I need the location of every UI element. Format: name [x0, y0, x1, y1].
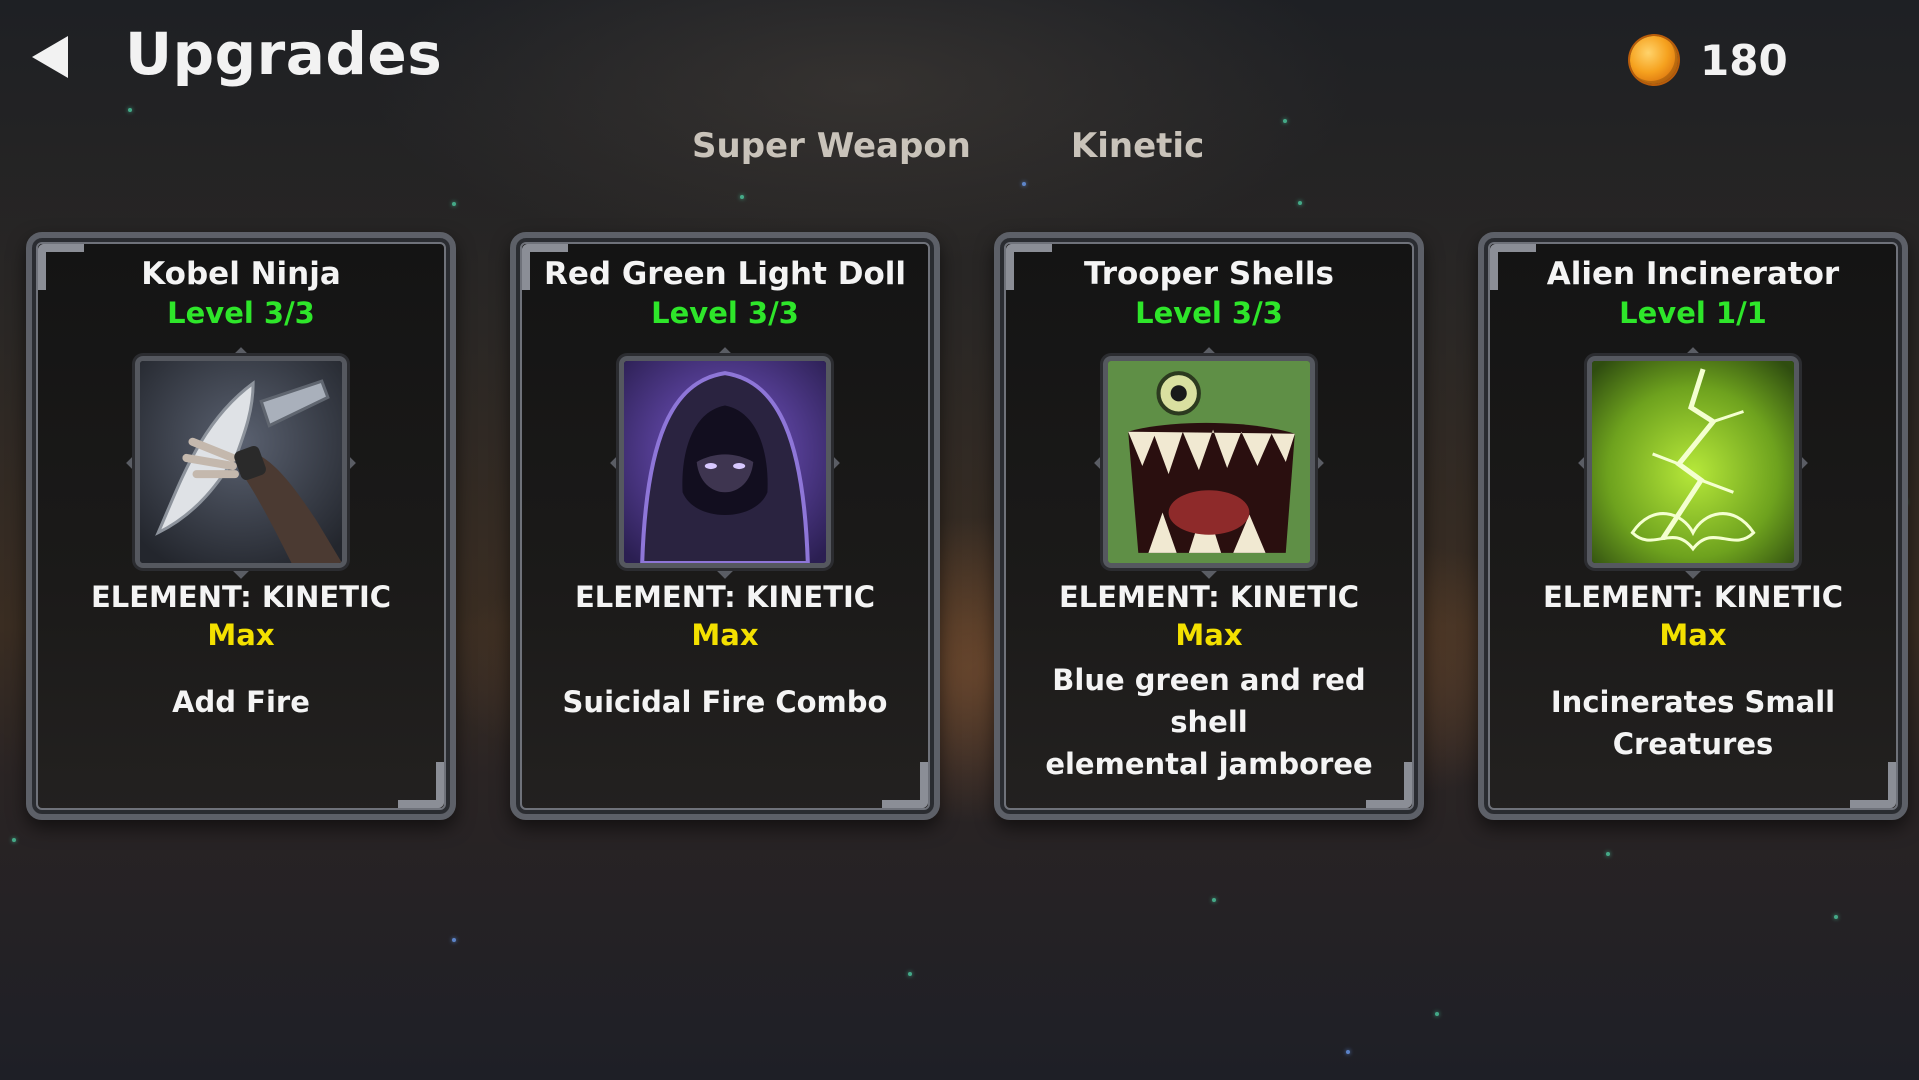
card-title: Alien Incinerator: [1546, 256, 1840, 292]
back-button[interactable]: [28, 34, 72, 80]
card-max-status: Max: [1175, 618, 1243, 652]
card-element: ELEMENT: KINETIC: [1058, 580, 1360, 614]
card-art-frame: [135, 356, 347, 568]
card-corner-ornament: [1850, 762, 1896, 808]
card-corner-ornament: [398, 762, 444, 808]
card-level: Level 3/3: [651, 296, 799, 330]
coin-balance: 180: [1630, 34, 1788, 86]
tab-kinetic[interactable]: Kinetic: [1071, 126, 1204, 166]
background-star: [452, 202, 456, 206]
card-level: Level 3/3: [167, 296, 315, 330]
card-title: Trooper Shells: [1083, 256, 1335, 292]
upgrade-card-trooper-shells[interactable]: Trooper Shells Level 3/3 ELEMENT: KINETI…: [994, 232, 1424, 820]
background-star: [12, 838, 16, 842]
tab-super-weapon[interactable]: Super Weapon: [692, 126, 971, 166]
background-star: [908, 972, 912, 976]
ninja-blade-icon: [140, 361, 342, 563]
card-corner-ornament: [882, 762, 928, 808]
card-element: ELEMENT: KINETIC: [574, 580, 876, 614]
background-star: [1606, 852, 1610, 856]
background-star: [1435, 1012, 1439, 1016]
hooded-figure-icon: [624, 361, 826, 563]
card-art-frame: [1587, 356, 1799, 568]
background-star: [1298, 201, 1302, 205]
upgrade-card-list: Kobel Ninja Level 3/3 ELEMENT: KINETIC M…: [26, 232, 1908, 820]
background-star: [452, 938, 456, 942]
card-level: Level 3/3: [1135, 296, 1283, 330]
card-description: Add Fire: [42, 681, 440, 723]
card-art-frame: [619, 356, 831, 568]
green-lightning-icon: [1592, 361, 1794, 563]
back-arrow-icon: [32, 36, 68, 78]
background-star: [1283, 119, 1287, 123]
card-title: Red Green Light Doll: [543, 256, 907, 292]
card-element: ELEMENT: KINETIC: [90, 580, 392, 614]
card-description-line: elemental jamboree: [1045, 747, 1373, 781]
upgrade-card-kobel-ninja[interactable]: Kobel Ninja Level 3/3 ELEMENT: KINETIC M…: [26, 232, 456, 820]
card-description: Incinerates Small Creatures: [1494, 681, 1892, 765]
card-max-status: Max: [1659, 618, 1727, 652]
upgrade-card-red-green-light-doll[interactable]: Red Green Light Doll Level 3/3 ELEMENT: …: [510, 232, 940, 820]
card-art-frame: [1103, 356, 1315, 568]
card-description: Blue green and red shell elemental jambo…: [1010, 659, 1408, 785]
fanged-creature-icon: [1108, 361, 1310, 563]
card-level: Level 1/1: [1619, 296, 1767, 330]
category-tabs: Super Weapon Kinetic: [692, 126, 1204, 166]
background-star: [1212, 898, 1216, 902]
card-max-status: Max: [691, 618, 759, 652]
coin-icon: [1630, 36, 1678, 84]
card-description: Suicidal Fire Combo: [526, 681, 924, 723]
card-description-line: Incinerates Small Creatures: [1550, 685, 1836, 761]
card-description-line: Blue green and red shell: [1052, 663, 1366, 739]
card-element: ELEMENT: KINETIC: [1542, 580, 1844, 614]
background-star: [1022, 182, 1026, 186]
card-description-line: Add Fire: [172, 685, 310, 719]
page-title: Upgrades: [125, 20, 443, 88]
background-star: [1346, 1050, 1350, 1054]
coin-amount: 180: [1700, 35, 1788, 85]
background-star: [740, 195, 744, 199]
upgrade-card-alien-incinerator[interactable]: Alien Incinerator Level 1/1 ELEMENT: KIN…: [1478, 232, 1908, 820]
card-description-line: Suicidal Fire Combo: [562, 685, 888, 719]
card-max-status: Max: [207, 618, 275, 652]
background-star: [128, 108, 132, 112]
card-title: Kobel Ninja: [141, 256, 341, 292]
background-star: [1834, 915, 1838, 919]
